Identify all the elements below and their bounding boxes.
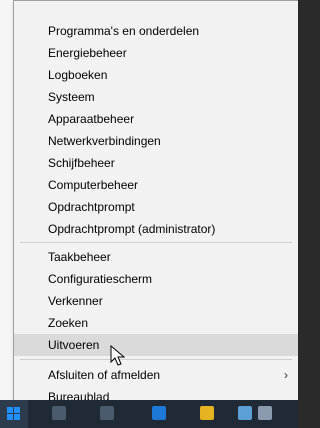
menu-item-power-options[interactable]: Energiebeheer: [14, 42, 298, 64]
start-tile: [14, 407, 20, 413]
menu-group-system-tools: Programma's en onderdelen Energiebeheer …: [14, 20, 298, 240]
menu-item-event-viewer[interactable]: Logboeken: [14, 64, 298, 86]
menu-item-control-panel[interactable]: Configuratiescherm: [14, 268, 298, 290]
menu-item-computer-management[interactable]: Computerbeheer: [14, 174, 298, 196]
chevron-right-icon: ›: [284, 368, 288, 382]
menu-item-file-explorer[interactable]: Verkenner: [14, 290, 298, 312]
menu-item-run[interactable]: Uitvoeren: [14, 334, 298, 356]
cursor-icon: [110, 345, 126, 366]
menu-item-command-prompt[interactable]: Opdrachtprompt: [14, 196, 298, 218]
store-icon[interactable]: [238, 406, 252, 420]
menu-group-apps: Taakbeheer Configuratiescherm Verkenner …: [14, 246, 298, 356]
winx-context-menu: Programma's en onderdelen Energiebeheer …: [13, 0, 298, 414]
menu-separator: [20, 242, 292, 243]
menu-separator: [20, 359, 292, 360]
start-tile: [7, 414, 13, 420]
menu-item-programs-features[interactable]: Programma's en onderdelen: [14, 20, 298, 42]
start-tile: [14, 414, 20, 420]
settings-gear-icon[interactable]: [258, 406, 272, 420]
start-tile: [7, 407, 13, 413]
file-explorer-icon[interactable]: [200, 406, 214, 420]
taskbar: [0, 400, 298, 428]
menu-item-network-connections[interactable]: Netwerkverbindingen: [14, 130, 298, 152]
menu-item-search[interactable]: Zoeken: [14, 312, 298, 334]
screen: Programma's en onderdelen Energiebeheer …: [0, 0, 298, 428]
menu-item-disk-management[interactable]: Schijfbeheer: [14, 152, 298, 174]
task-view-icon[interactable]: [100, 406, 114, 420]
menu-item-system[interactable]: Systeem: [14, 86, 298, 108]
menu-item-task-manager[interactable]: Taakbeheer: [14, 246, 298, 268]
menu-item-shutdown-signout[interactable]: Afsluiten of afmelden ›: [14, 364, 298, 386]
edge-icon[interactable]: [152, 406, 166, 420]
menu-item-command-prompt-admin[interactable]: Opdrachtprompt (administrator): [14, 218, 298, 240]
windows-start-icon[interactable]: [0, 400, 28, 428]
menu-item-device-manager[interactable]: Apparaatbeheer: [14, 108, 298, 130]
search-icon[interactable]: [52, 406, 66, 420]
